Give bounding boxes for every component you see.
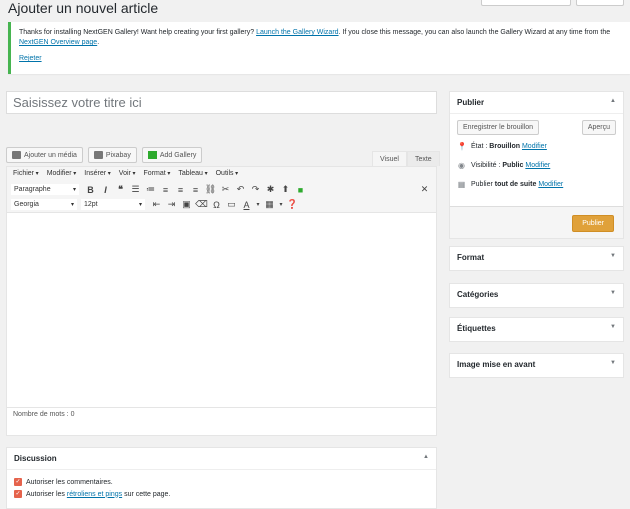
- bullet-list-icon[interactable]: ☰: [128, 184, 143, 195]
- menu-table[interactable]: Tableau: [178, 170, 207, 179]
- status-row: 📍 État : Brouillon Modifier: [457, 142, 547, 151]
- menu-file[interactable]: Fichier: [13, 170, 39, 179]
- publish-header[interactable]: Publier ▲: [450, 92, 623, 114]
- tags-box[interactable]: Étiquettes ▼: [449, 317, 624, 342]
- menu-insert[interactable]: Insérer: [84, 170, 110, 179]
- preview-button[interactable]: Aperçu: [581, 120, 616, 135]
- collapse-arrow-icon[interactable]: ▲: [423, 454, 429, 463]
- word-count: Nombre de mots : 0: [7, 407, 436, 421]
- nextgen-overview-link[interactable]: NextGEN Overview page: [19, 39, 97, 46]
- add-media-button[interactable]: Ajouter un média: [6, 147, 83, 163]
- font-size-select[interactable]: 12pt ▾: [81, 199, 145, 210]
- allow-comments-checkbox[interactable]: ✓: [14, 478, 22, 486]
- editor-toolbar-2: Georgia ▾ 12pt ▾ ⇤ ⇥ ▣ ⌫ Ω ▭ A ▾ ▦ ▾ ❓: [7, 197, 436, 212]
- media-icon: [12, 151, 21, 159]
- schedule-row: ▦ Publier tout de suite Modifier: [457, 180, 564, 189]
- paste-text-icon[interactable]: ▣: [179, 199, 194, 210]
- blockquote-icon[interactable]: ❝: [113, 184, 128, 195]
- menu-tools[interactable]: Outils: [216, 170, 239, 179]
- redo-icon[interactable]: ↷: [248, 184, 263, 195]
- expand-arrow-icon[interactable]: ▼: [610, 290, 616, 300]
- fullscreen-icon[interactable]: ✕: [417, 184, 432, 195]
- bold-icon[interactable]: B: [83, 185, 98, 195]
- clear-format-icon[interactable]: ⌫: [194, 199, 209, 210]
- expand-arrow-icon[interactable]: ▼: [610, 253, 616, 263]
- allow-trackbacks-row: ✓ Autoriser les rétroliens et pings sur …: [14, 490, 171, 498]
- editor-toolbar-1: Paragraphe ▾ B I ❝ ☰ ≔ ≡ ≡ ≡ ⛓ ✂ ↶ ↷ ✱ ⬆ …: [7, 182, 436, 197]
- publish-footer: Publier: [450, 206, 623, 238]
- table-icon[interactable]: ▦: [262, 199, 277, 210]
- undo-icon[interactable]: ↶: [233, 184, 248, 195]
- edit-status-link[interactable]: Modifier: [522, 143, 547, 150]
- pixabay-icon: [93, 151, 103, 159]
- launch-wizard-link[interactable]: Launch the Gallery Wizard: [256, 29, 338, 36]
- media-buttons: Ajouter un média Pixabay Add Gallery: [6, 147, 203, 163]
- nextgen-notice: Thanks for installing NextGEN Gallery! W…: [8, 22, 630, 74]
- eye-icon: ◉: [458, 161, 465, 170]
- publish-actions: Enregistrer le brouillon Aperçu: [450, 114, 623, 137]
- text-color-caret-icon[interactable]: ▾: [254, 201, 262, 208]
- save-draft-button[interactable]: Enregistrer le brouillon: [457, 120, 540, 135]
- trackbacks-link[interactable]: rétroliens et pings: [67, 491, 122, 498]
- align-right-icon[interactable]: ≡: [188, 185, 203, 195]
- allow-trackbacks-checkbox[interactable]: ✓: [14, 490, 22, 498]
- editor-tabs: Visuel Texte: [372, 151, 440, 166]
- editor-content-area[interactable]: [7, 212, 436, 407]
- add-gallery-button[interactable]: Add Gallery: [141, 147, 203, 163]
- format-box[interactable]: Format ▼: [449, 246, 624, 271]
- post-title-input[interactable]: Saisissez votre titre ici: [6, 91, 437, 114]
- featured-image-box[interactable]: Image mise en avant ▼: [449, 353, 624, 378]
- indent-icon[interactable]: ⇥: [164, 199, 179, 210]
- pin-icon: 📍: [457, 142, 467, 151]
- publish-box: Publier ▲ Enregistrer le brouillon Aperçu…: [449, 91, 624, 239]
- dismiss-notice-link[interactable]: Rejeter: [19, 54, 42, 64]
- link-icon[interactable]: ⛓: [203, 184, 218, 195]
- horizontal-rule-icon[interactable]: ▭: [224, 199, 239, 210]
- menu-edit[interactable]: Modifier: [47, 170, 77, 179]
- categories-box[interactable]: Catégories ▼: [449, 283, 624, 308]
- nextgen-icon[interactable]: ■: [293, 185, 308, 195]
- text-color-icon[interactable]: A: [239, 200, 254, 210]
- tab-text[interactable]: Texte: [406, 151, 440, 166]
- insert-image-icon[interactable]: ✱: [263, 184, 278, 195]
- collapse-arrow-icon[interactable]: ▲: [610, 98, 616, 107]
- outdent-icon[interactable]: ⇤: [149, 199, 164, 210]
- menu-view[interactable]: Voir: [119, 170, 136, 179]
- content-editor: Fichier Modifier Insérer Voir Format Tab…: [6, 166, 437, 436]
- menu-format[interactable]: Format: [144, 170, 171, 179]
- publish-button[interactable]: Publier: [572, 215, 614, 232]
- screen-options-button[interactable]: [481, 0, 571, 6]
- expand-arrow-icon[interactable]: ▼: [610, 360, 616, 370]
- numbered-list-icon[interactable]: ≔: [143, 184, 158, 195]
- upload-icon[interactable]: ⬆: [278, 184, 293, 195]
- discussion-header[interactable]: Discussion ▲: [7, 448, 436, 470]
- help-button[interactable]: [576, 0, 624, 6]
- edit-schedule-link[interactable]: Modifier: [538, 181, 563, 188]
- visibility-row: ◉ Visibilité : Public Modifier: [458, 161, 551, 170]
- special-char-icon[interactable]: Ω: [209, 200, 224, 210]
- editor-menubar: Fichier Modifier Insérer Voir Format Tab…: [7, 167, 436, 182]
- unlink-icon[interactable]: ✂: [218, 184, 233, 195]
- expand-arrow-icon[interactable]: ▼: [610, 324, 616, 334]
- tab-visual[interactable]: Visuel: [372, 151, 407, 166]
- discussion-box: Discussion ▲ ✓ Autoriser les commentaires…: [6, 447, 437, 509]
- font-select[interactable]: Georgia ▾: [11, 199, 77, 210]
- italic-icon[interactable]: I: [98, 185, 113, 195]
- pixabay-button[interactable]: Pixabay: [87, 147, 137, 163]
- notice-text: Thanks for installing NextGEN Gallery! W…: [19, 29, 611, 46]
- align-left-icon[interactable]: ≡: [158, 185, 173, 195]
- allow-comments-row: ✓ Autoriser les commentaires.: [14, 478, 113, 486]
- gallery-icon: [147, 151, 157, 159]
- page-title: Ajouter un nouvel article: [8, 0, 159, 16]
- align-center-icon[interactable]: ≡: [173, 185, 188, 195]
- table-caret-icon[interactable]: ▾: [277, 201, 285, 208]
- paragraph-select[interactable]: Paragraphe ▾: [11, 184, 79, 195]
- calendar-icon: ▦: [457, 180, 466, 189]
- help-icon[interactable]: ❓: [285, 199, 300, 210]
- edit-visibility-link[interactable]: Modifier: [525, 162, 550, 169]
